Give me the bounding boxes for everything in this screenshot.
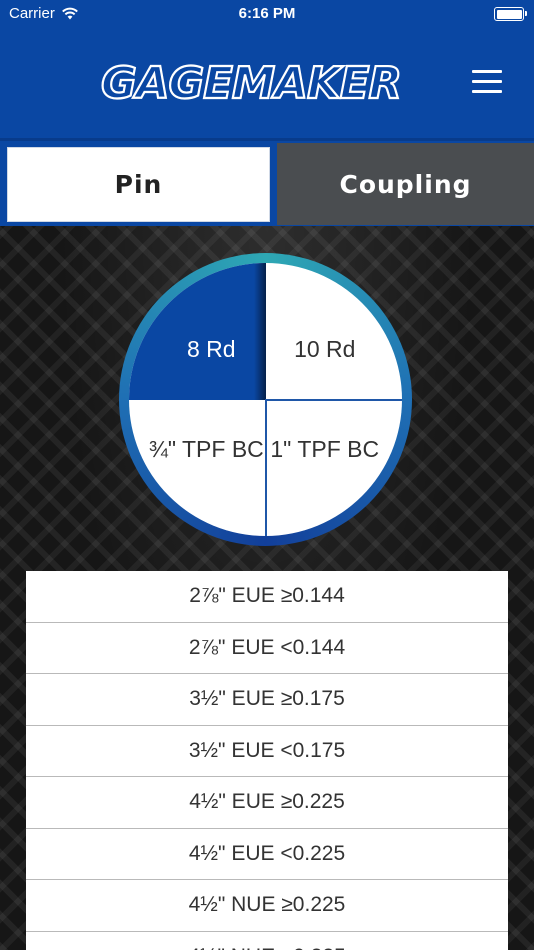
- app-header: Carrier 6:16 PM GAGEMAKER: [0, 0, 534, 138]
- dial-option-three-quarter-tpf-bc[interactable]: ¾" TPF BC: [129, 400, 266, 537]
- status-bar: Carrier 6:16 PM: [0, 0, 534, 28]
- dial-divider-horizontal: [265, 399, 402, 401]
- size-list: 2⅞" EUE ≥0.144 2⅞" EUE <0.144 3½" EUE ≥0…: [26, 571, 508, 950]
- list-item[interactable]: 4½" NUE <0.225: [26, 931, 508, 950]
- tab-coupling[interactable]: Coupling: [277, 143, 534, 225]
- dial-option-label: 1" TPF BC: [270, 436, 380, 463]
- dial-option-one-inch-tpf-bc[interactable]: 1" TPF BC: [266, 400, 403, 537]
- segmented-control: Pin Coupling: [0, 138, 534, 226]
- status-time: 6:16 PM: [238, 5, 296, 22]
- dial-option-label: 8 Rd: [186, 335, 236, 362]
- dial-option-10rd[interactable]: 10 Rd: [266, 263, 403, 400]
- list-item[interactable]: 3½" EUE ≥0.175: [26, 674, 508, 726]
- thread-type-dial: 8 Rd 10 Rd ¾" TPF BC 1" TPF BC: [119, 253, 412, 546]
- dial-option-label: 10 Rd: [294, 335, 356, 362]
- menu-icon[interactable]: [470, 66, 504, 96]
- list-item[interactable]: 3½" EUE <0.175: [26, 725, 508, 777]
- dial-option-8rd[interactable]: 8 Rd: [129, 263, 266, 400]
- tab-pin[interactable]: Pin: [7, 147, 270, 222]
- gagemaker-logo: GAGEMAKER: [100, 57, 403, 110]
- list-item[interactable]: 4½" NUE ≥0.225: [26, 880, 508, 932]
- list-item[interactable]: 2⅞" EUE ≥0.144: [26, 571, 508, 623]
- dial-divider-vertical: [265, 399, 267, 536]
- list-item[interactable]: 2⅞" EUE <0.144: [26, 622, 508, 674]
- list-item[interactable]: 4½" EUE <0.225: [26, 828, 508, 880]
- list-item[interactable]: 4½" EUE ≥0.225: [26, 777, 508, 829]
- dial-face: 8 Rd 10 Rd ¾" TPF BC 1" TPF BC: [129, 263, 402, 536]
- logo-text: GAGEMAKER: [101, 58, 401, 109]
- dial-option-label: ¾" TPF BC: [148, 436, 264, 463]
- battery-icon: [494, 7, 527, 21]
